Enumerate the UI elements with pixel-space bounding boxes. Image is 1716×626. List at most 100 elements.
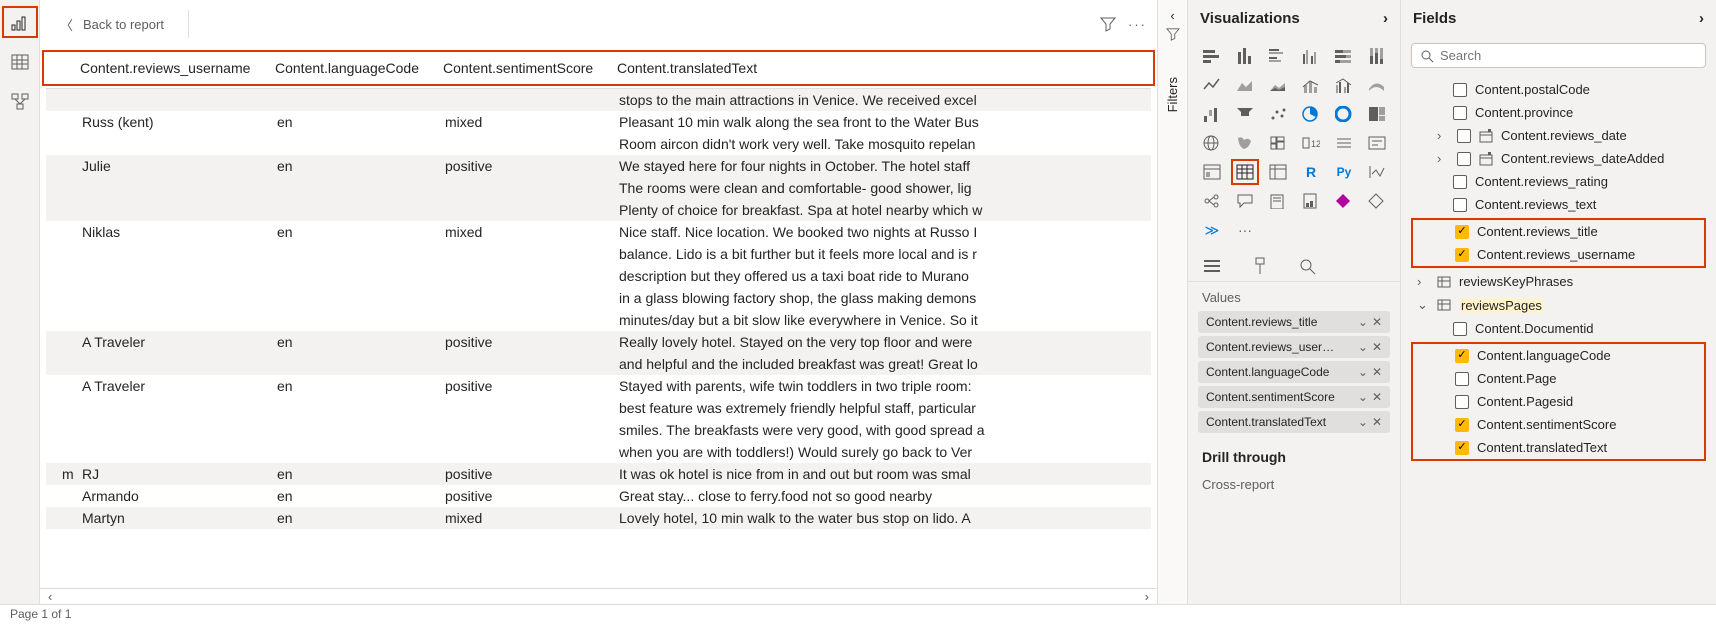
data-view-button[interactable]	[2, 46, 38, 78]
value-well[interactable]: Content.languageCode⌄✕	[1198, 361, 1390, 383]
waterfall-icon[interactable]	[1198, 101, 1226, 127]
format-tab-icon[interactable]	[1250, 257, 1270, 275]
table-row[interactable]: best feature was extremely friendly help…	[46, 397, 1151, 419]
table-row[interactable]: ArmandoenpositiveGreat stay... close to …	[46, 485, 1151, 507]
back-to-report-button[interactable]: 〈 Back to report	[50, 9, 174, 40]
field-item[interactable]: Content.reviews_username	[1413, 243, 1704, 266]
field-item[interactable]: Content.province	[1411, 101, 1706, 124]
table-row[interactable]: smiles. The breakfasts were very good, w…	[46, 419, 1151, 441]
hundred-column-icon[interactable]	[1363, 43, 1391, 69]
line-clustered-column-icon[interactable]	[1330, 72, 1358, 98]
field-item[interactable]: Content.reviews_rating	[1411, 170, 1706, 193]
clustered-column-icon[interactable]	[1297, 43, 1325, 69]
donut-chart-icon[interactable]	[1330, 101, 1358, 127]
field-item[interactable]: Content.languageCode	[1413, 344, 1704, 367]
field-item[interactable]: Content.postalCode	[1411, 78, 1706, 101]
stacked-column-icon[interactable]	[1231, 43, 1259, 69]
fields-search[interactable]	[1411, 43, 1706, 68]
table-row[interactable]: The rooms were clean and comfortable- go…	[46, 177, 1151, 199]
azure-map-icon[interactable]: 123	[1297, 130, 1325, 156]
value-well[interactable]: Content.reviews_title⌄✕	[1198, 311, 1390, 333]
table-row[interactable]: Room aircon didn't work very well. Take …	[46, 133, 1151, 155]
matrix-icon[interactable]	[1264, 159, 1292, 185]
field-item[interactable]: ›Content.reviews_date	[1411, 124, 1706, 147]
field-item[interactable]: Content.reviews_title	[1413, 220, 1704, 243]
table-row[interactable]: NiklasenmixedNice staff. Nice location. …	[46, 221, 1151, 243]
value-well[interactable]: Content.sentimentScore⌄✕	[1198, 386, 1390, 408]
field-item[interactable]: Content.Pagesid	[1413, 390, 1704, 413]
power-automate-icon[interactable]	[1363, 188, 1391, 214]
scroll-left-icon[interactable]: ‹	[48, 589, 52, 604]
area-chart-icon[interactable]	[1231, 72, 1259, 98]
table-row[interactable]: A TravelerenpositiveStayed with parents,…	[46, 375, 1151, 397]
r-visual-icon[interactable]: R	[1297, 159, 1325, 185]
more-icon[interactable]: ···	[1128, 17, 1147, 32]
horizontal-scrollbar[interactable]: ‹ ›	[40, 588, 1157, 604]
map-icon[interactable]	[1198, 130, 1226, 156]
table-row[interactable]: in a glass blowing factory shop, the gla…	[46, 287, 1151, 309]
analytics-tab-icon[interactable]	[1298, 257, 1318, 275]
field-table[interactable]: ⌄reviewsPages	[1411, 293, 1706, 317]
table-row[interactable]: JulieenpositiveWe stayed here for four n…	[46, 155, 1151, 177]
expand-filters-icon[interactable]: ‹	[1170, 8, 1174, 23]
clustered-bar-icon[interactable]	[1264, 43, 1292, 69]
qa-visual-icon[interactable]	[1231, 188, 1259, 214]
smart-narrative-icon[interactable]	[1264, 188, 1292, 214]
funnel-icon[interactable]	[1231, 101, 1259, 127]
field-item[interactable]: Content.sentimentScore	[1413, 413, 1704, 436]
filter-icon[interactable]	[1100, 16, 1116, 32]
paginated-report-icon[interactable]	[1297, 188, 1325, 214]
ribbon-chart-icon[interactable]	[1363, 72, 1391, 98]
multirow-card-icon[interactable]	[1198, 159, 1226, 185]
table-row[interactable]: balance. Lido is a bit further but it fe…	[46, 243, 1151, 265]
field-item[interactable]: Content.Documentid	[1411, 317, 1706, 340]
shape-map-icon[interactable]	[1264, 130, 1292, 156]
stacked-bar-icon[interactable]	[1198, 43, 1226, 69]
table-row[interactable]: when you are with toddlers!) Would surel…	[46, 441, 1151, 463]
field-item[interactable]: ›Content.reviews_dateAdded	[1411, 147, 1706, 170]
ellipsis-icon[interactable]: ···	[1231, 217, 1259, 243]
line-chart-icon[interactable]	[1198, 72, 1226, 98]
table-row[interactable]: description but they offered us a taxi b…	[46, 265, 1151, 287]
key-influencers-icon[interactable]	[1363, 159, 1391, 185]
table-row[interactable]: minutes/day but a bit slow like everywhe…	[46, 309, 1151, 331]
table-row[interactable]: MartynenmixedLovely hotel, 10 min walk t…	[46, 507, 1151, 529]
table-row[interactable]: stops to the main attractions in Venice.…	[46, 89, 1151, 111]
decomposition-tree-icon[interactable]	[1198, 188, 1226, 214]
treemap-icon[interactable]	[1363, 101, 1391, 127]
search-input[interactable]	[1440, 48, 1697, 63]
py-visual-icon[interactable]: Py	[1330, 159, 1358, 185]
power-apps-icon[interactable]	[1330, 188, 1358, 214]
scroll-right-icon[interactable]: ›	[1145, 589, 1149, 604]
fields-tab-icon[interactable]	[1202, 257, 1222, 275]
line-stacked-column-icon[interactable]	[1297, 72, 1325, 98]
gauge-icon[interactable]	[1330, 130, 1358, 156]
get-more-visuals-icon[interactable]: ≫	[1198, 217, 1226, 243]
col-header-sentiment[interactable]: Content.sentimentScore	[443, 60, 617, 76]
table-row[interactable]: mRJenpositiveIt was ok hotel is nice fro…	[46, 463, 1151, 485]
value-well[interactable]: Content.reviews_usernam⌄✕	[1198, 336, 1390, 358]
filled-map-icon[interactable]	[1231, 130, 1259, 156]
field-item[interactable]: Content.Page	[1413, 367, 1704, 390]
field-table[interactable]: ›reviewsKeyPhrases	[1411, 270, 1706, 293]
card-icon[interactable]	[1363, 130, 1391, 156]
table-row[interactable]: Plenty of choice for breakfast. Spa at h…	[46, 199, 1151, 221]
field-item[interactable]: Content.reviews_text	[1411, 193, 1706, 216]
col-header-username[interactable]: Content.reviews_username	[80, 60, 275, 76]
table-row[interactable]: and helpful and the included breakfast w…	[46, 353, 1151, 375]
collapse-fields-icon[interactable]: ›	[1699, 10, 1704, 27]
scatter-icon[interactable]	[1264, 101, 1292, 127]
table-row[interactable]: Russ (kent)enmixedPleasant 10 min walk a…	[46, 111, 1151, 133]
field-item[interactable]: Content.translatedText	[1413, 436, 1704, 459]
hundred-bar-icon[interactable]	[1330, 43, 1358, 69]
report-view-button[interactable]	[2, 6, 38, 38]
stacked-area-icon[interactable]	[1264, 72, 1292, 98]
data-table[interactable]: stops to the main attractions in Venice.…	[46, 88, 1151, 588]
col-header-language[interactable]: Content.languageCode	[275, 60, 443, 76]
model-view-button[interactable]	[2, 86, 38, 118]
table-row[interactable]: A TravelerenpositiveReally lovely hotel.…	[46, 331, 1151, 353]
table-visual-icon[interactable]	[1231, 159, 1259, 185]
col-header-text[interactable]: Content.translatedText	[617, 60, 1137, 76]
value-well[interactable]: Content.translatedText⌄✕	[1198, 411, 1390, 433]
filters-pane-collapsed[interactable]: ‹ Filters	[1157, 0, 1187, 604]
